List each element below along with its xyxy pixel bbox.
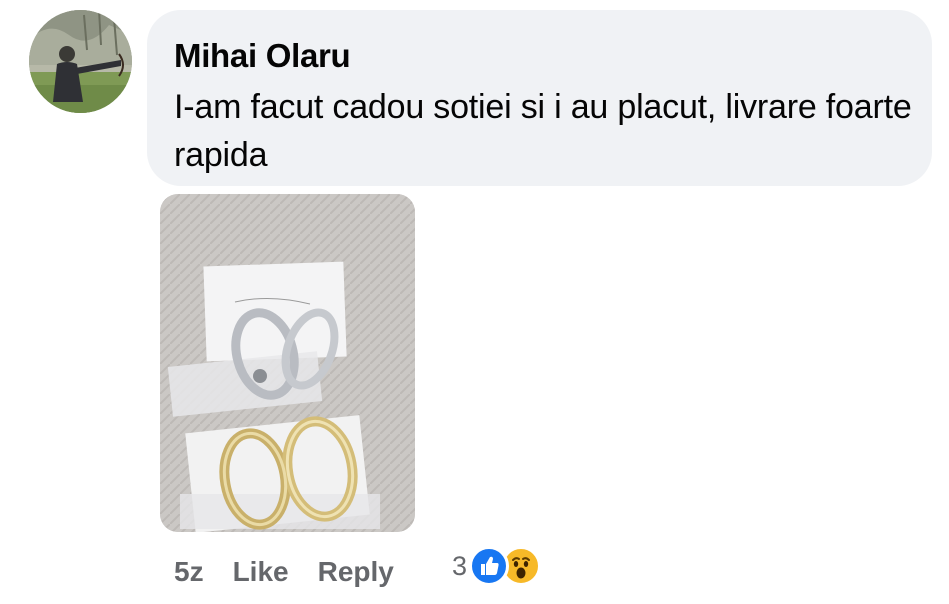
reaction-count: 3 bbox=[452, 550, 468, 581]
reactions-summary[interactable]: 3 bbox=[452, 546, 542, 586]
comment-text: I-am facut cadou sotiei si i au placut, … bbox=[174, 88, 912, 174]
like-button[interactable]: Like bbox=[233, 556, 289, 588]
comment: Mihai Olaru I-am facut cadou sotiei si i… bbox=[0, 0, 949, 604]
comment-photo[interactable] bbox=[160, 194, 415, 532]
comment-bubble: Mihai Olaru I-am facut cadou sotiei si i… bbox=[147, 10, 932, 186]
comment-actions: 5z Like Reply bbox=[174, 552, 394, 592]
reply-button[interactable]: Reply bbox=[318, 556, 394, 588]
like-icon bbox=[469, 546, 510, 586]
author-name[interactable]: Mihai Olaru bbox=[174, 37, 351, 75]
avatar[interactable] bbox=[29, 10, 132, 113]
timestamp[interactable]: 5z bbox=[174, 556, 204, 588]
